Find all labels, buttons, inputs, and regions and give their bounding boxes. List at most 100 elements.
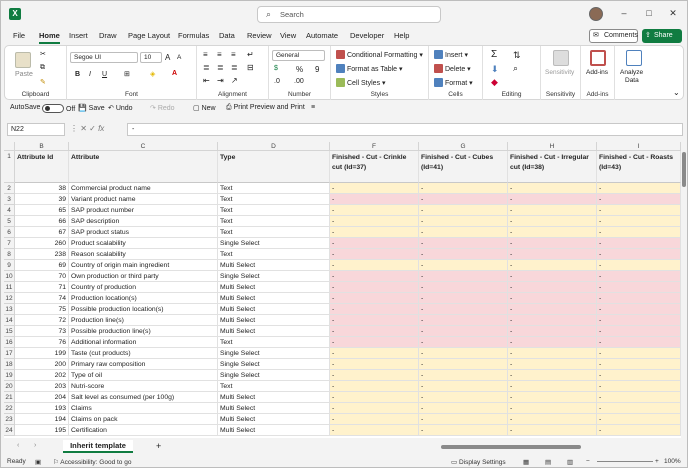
- value-cell[interactable]: -: [330, 403, 419, 414]
- zoom-in-icon[interactable]: +: [655, 458, 659, 465]
- row-header[interactable]: 12: [4, 293, 15, 304]
- value-cell[interactable]: -: [330, 326, 419, 337]
- value-cell[interactable]: -: [508, 403, 597, 414]
- fill-icon[interactable]: ⬇: [491, 64, 499, 75]
- addins-button[interactable]: Add-ins: [586, 69, 608, 76]
- row-header[interactable]: 6: [4, 227, 15, 238]
- display-settings-button[interactable]: ▭ Display Settings: [451, 458, 506, 466]
- autosave-toggle[interactable]: Off: [42, 104, 75, 113]
- sensitivity-icon[interactable]: [553, 50, 569, 66]
- menu-file[interactable]: File: [13, 31, 25, 40]
- attribute-id-cell[interactable]: 74: [15, 293, 69, 304]
- value-cell[interactable]: -: [508, 216, 597, 227]
- attribute-id-cell[interactable]: 66: [15, 216, 69, 227]
- attribute-cell[interactable]: Country of origin main ingredient: [69, 260, 218, 271]
- font-size-select[interactable]: 10: [140, 52, 162, 63]
- currency-icon[interactable]: $: [274, 65, 278, 72]
- menu-developer[interactable]: Developer: [350, 31, 384, 40]
- value-cell[interactable]: -: [597, 425, 681, 436]
- formula-input[interactable]: -: [127, 123, 683, 136]
- attribute-id-cell[interactable]: 70: [15, 271, 69, 282]
- value-cell[interactable]: -: [419, 381, 508, 392]
- value-cell[interactable]: -: [597, 414, 681, 425]
- attribute-id-cell[interactable]: 195: [15, 425, 69, 436]
- value-cell[interactable]: -: [508, 359, 597, 370]
- next-sheet-icon[interactable]: ›: [34, 442, 36, 449]
- value-cell[interactable]: -: [330, 227, 419, 238]
- row-header[interactable]: 16: [4, 337, 15, 348]
- attribute-cell[interactable]: Type of oil: [69, 370, 218, 381]
- value-cell[interactable]: -: [597, 249, 681, 260]
- value-cell[interactable]: -: [597, 227, 681, 238]
- column-header[interactable]: C: [69, 142, 218, 151]
- macro-record-icon[interactable]: ▣: [35, 458, 41, 466]
- addins-icon[interactable]: [590, 50, 606, 66]
- value-cell[interactable]: -: [330, 183, 419, 194]
- align-top-icon[interactable]: ≡: [203, 50, 208, 59]
- value-cell[interactable]: -: [508, 425, 597, 436]
- value-cell[interactable]: -: [419, 227, 508, 238]
- copy-icon[interactable]: ⧉: [40, 64, 45, 72]
- value-cell[interactable]: -: [330, 205, 419, 216]
- menu-page-layout[interactable]: Page Layout: [128, 31, 170, 40]
- align-left-icon[interactable]: ≣: [203, 63, 210, 72]
- customize-qat-icon[interactable]: ≡: [311, 104, 315, 111]
- redo-button[interactable]: ↷ Redo: [150, 104, 175, 112]
- value-cell[interactable]: -: [330, 271, 419, 282]
- value-cell[interactable]: -: [508, 238, 597, 249]
- new-button[interactable]: ▢ New: [193, 104, 216, 112]
- type-cell[interactable]: Single Select: [218, 359, 330, 370]
- menu-formulas[interactable]: Formulas: [178, 31, 209, 40]
- attribute-id-cell[interactable]: 203: [15, 381, 69, 392]
- value-cell[interactable]: -: [508, 326, 597, 337]
- maximize-button[interactable]: □: [642, 8, 656, 18]
- value-cell[interactable]: -: [419, 414, 508, 425]
- type-cell[interactable]: Text: [218, 337, 330, 348]
- attribute-cell[interactable]: Country of production: [69, 282, 218, 293]
- value-cell[interactable]: -: [419, 216, 508, 227]
- value-cell[interactable]: -: [330, 348, 419, 359]
- attribute-cell[interactable]: Salt level as consumed (per 100g): [69, 392, 218, 403]
- row-header[interactable]: 2: [4, 183, 15, 194]
- increase-indent-icon[interactable]: ⇥: [217, 76, 224, 85]
- menu-help[interactable]: Help: [394, 31, 409, 40]
- attribute-id-cell[interactable]: 75: [15, 304, 69, 315]
- vertical-scrollbar[interactable]: [681, 142, 687, 438]
- close-button[interactable]: ✕: [666, 8, 680, 19]
- menu-insert[interactable]: Insert: [69, 31, 88, 40]
- normal-view-icon[interactable]: ▦: [523, 458, 529, 466]
- row-header[interactable]: 7: [4, 238, 15, 249]
- value-cell[interactable]: -: [597, 370, 681, 381]
- zoom-slider[interactable]: [597, 461, 653, 462]
- attribute-cell[interactable]: SAP description: [69, 216, 218, 227]
- value-cell[interactable]: -: [508, 194, 597, 205]
- type-cell[interactable]: Multi Select: [218, 392, 330, 403]
- value-cell[interactable]: -: [419, 282, 508, 293]
- value-cell[interactable]: -: [508, 414, 597, 425]
- attribute-cell[interactable]: Possible production location(s): [69, 304, 218, 315]
- clear-icon[interactable]: ◆: [491, 77, 498, 88]
- column-header[interactable]: F: [330, 142, 419, 151]
- row-header[interactable]: 23: [4, 414, 15, 425]
- row-header[interactable]: 17: [4, 348, 15, 359]
- attribute-cell[interactable]: SAP product number: [69, 205, 218, 216]
- align-bottom-icon[interactable]: ≡: [231, 50, 236, 59]
- value-cell[interactable]: -: [330, 238, 419, 249]
- value-cell[interactable]: -: [419, 260, 508, 271]
- minimize-button[interactable]: –: [617, 8, 631, 18]
- type-cell[interactable]: Single Select: [218, 271, 330, 282]
- grow-font-button[interactable]: A: [165, 53, 170, 62]
- find-select-icon[interactable]: ⌕: [513, 63, 518, 74]
- font-color-icon[interactable]: A: [172, 70, 177, 77]
- value-cell[interactable]: -: [508, 205, 597, 216]
- attribute-cell[interactable]: Own production or third party: [69, 271, 218, 282]
- column-header[interactable]: I: [597, 142, 681, 151]
- attribute-cell[interactable]: Reason scalability: [69, 249, 218, 260]
- row-header[interactable]: 14: [4, 315, 15, 326]
- value-cell[interactable]: -: [330, 425, 419, 436]
- type-cell[interactable]: Multi Select: [218, 326, 330, 337]
- value-cell[interactable]: -: [597, 304, 681, 315]
- value-cell[interactable]: -: [508, 337, 597, 348]
- attribute-id-cell[interactable]: 238: [15, 249, 69, 260]
- value-cell[interactable]: -: [419, 337, 508, 348]
